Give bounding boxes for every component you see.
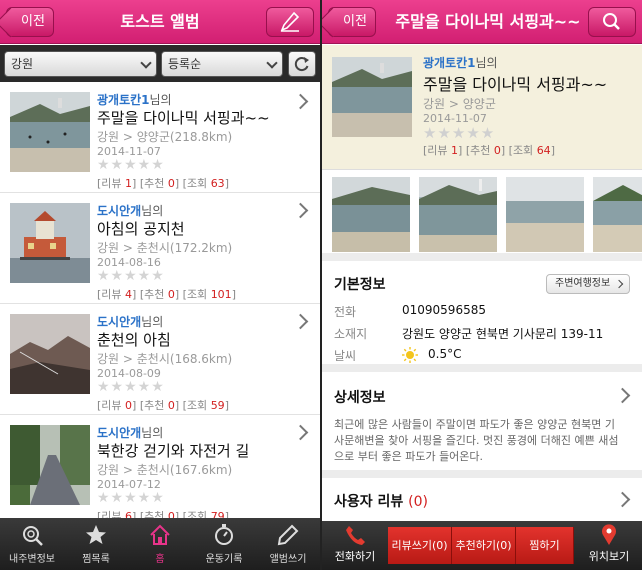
star-icon — [86, 525, 106, 544]
review-count: (0) — [408, 494, 428, 510]
filter-bar: 강원 등록순 — [0, 45, 320, 82]
back-button[interactable]: 이전 — [328, 7, 376, 37]
tab-nearby-info[interactable]: 내주변정보 — [0, 518, 64, 570]
sun-icon — [402, 347, 418, 363]
search-button[interactable] — [588, 7, 636, 37]
call-button[interactable]: 전화하기 — [322, 521, 388, 570]
item-location: 강원 > 춘천시(172.2km) — [97, 241, 233, 255]
chevron-right-icon — [614, 491, 631, 508]
action-bar: 전화하기 리뷰쓰기(0) 추천하기(0) 찜하기 위치보기 — [322, 521, 642, 570]
page-title: 주말을 다이나믹 서핑과~~ — [395, 12, 581, 31]
tab-bookmarks[interactable]: 찜목록 — [64, 518, 128, 570]
chevron-right-icon — [292, 313, 309, 330]
write-review-button[interactable]: 리뷰쓰기(0) — [388, 527, 452, 564]
album-detail-screen: 이전 주말을 다이나믹 서핑과~~ 광개토칸1님의 주말을 다이나믹 서핑과~~… — [322, 0, 642, 570]
chevron-down-icon — [140, 57, 152, 69]
item-stats: [리뷰 4] [추천 0] [조회 101] — [97, 288, 236, 301]
tab-workout-log[interactable]: 운동기록 — [192, 518, 256, 570]
address: 강원도 양양군 현북면 기사문리 139-11 — [402, 327, 604, 341]
post-location: 강원 > 양양군 — [423, 97, 496, 111]
home-icon — [150, 524, 170, 545]
chevron-down-icon — [266, 57, 278, 69]
section-title: 상세정보 — [334, 390, 386, 406]
detail-info-section[interactable]: 상세정보 최근에 많은 사람들이 주말이면 파도가 좋은 양양군 현북면 기사문… — [322, 373, 642, 478]
sort-select[interactable]: 등록순 — [161, 51, 283, 77]
item-author: 도시안개님의 — [97, 204, 164, 218]
post-stats: [리뷰 1] [추천 0] [조회 64] — [423, 144, 555, 157]
view-location-button[interactable]: 위치보기 — [576, 521, 642, 570]
item-location: 강원 > 양양군(218.8km) — [97, 130, 233, 144]
item-author: 도시안개님의 — [97, 315, 164, 329]
temperature: 0.5°C — [428, 347, 462, 361]
mountain-thumbnail — [10, 314, 90, 394]
region-select[interactable]: 강원 — [4, 51, 157, 77]
item-title: 춘천의 아침 — [97, 331, 171, 349]
list-item[interactable]: 도시안개님의 춘천의 아침 강원 > 춘천시(168.6km) 2014-08-… — [0, 304, 320, 415]
phone-icon — [346, 526, 365, 545]
list-item[interactable]: 도시안개님의 아침의 공지천 강원 > 춘천시(172.2km) 2014-08… — [0, 193, 320, 304]
post-header: 광개토칸1님의 주말을 다이나믹 서핑과~~ 강원 > 양양군 2014-11-… — [322, 45, 642, 170]
user-review-section[interactable]: 사용자 리뷰 (0) — [322, 479, 642, 521]
phone-number[interactable]: 01090596585 — [402, 303, 486, 317]
gallery-photo[interactable] — [332, 177, 410, 252]
chevron-right-icon — [292, 93, 309, 110]
search-icon — [603, 13, 620, 30]
nearby-travel-info-button[interactable]: 주변여행정보 — [546, 274, 630, 294]
album-list-screen: 이전 토스트 앨범 강원 등록순 광개토칸1님의 주말을 다이나믹 서핑과~~ … — [0, 0, 320, 570]
bike-path-thumbnail — [10, 425, 90, 505]
item-location: 강원 > 춘천시(168.6km) — [97, 352, 233, 366]
rating-stars: ★★★★★ — [97, 268, 165, 284]
tab-home[interactable]: 홈 — [128, 518, 192, 570]
gallery-photo[interactable] — [419, 177, 497, 252]
bottom-tab-bar: 내주변정보 찜목록 홈 운동기록 앨범쓰기 — [0, 518, 320, 570]
search-location-icon — [23, 526, 43, 546]
rating-stars: ★★★★★ — [97, 490, 165, 506]
item-title: 북한강 걷기와 자전거 길 — [97, 442, 250, 460]
item-stats: [리뷰 0] [추천 0] [조회 59] — [97, 399, 229, 412]
top-bar: 이전 주말을 다이나믹 서핑과~~ — [322, 0, 642, 44]
back-button[interactable]: 이전 — [6, 7, 54, 37]
album-list: 광개토칸1님의 주말을 다이나믹 서핑과~~ 강원 > 양양군(218.8km)… — [0, 82, 320, 518]
item-title: 주말을 다이나믹 서핑과~~ — [97, 109, 270, 127]
beach-thumbnail — [10, 92, 90, 172]
item-stats: [리뷰 6] [추천 0] [조회 79] — [97, 510, 229, 518]
rating-stars: ★★★★★ — [423, 124, 496, 142]
chevron-right-icon — [292, 424, 309, 441]
photo-gallery — [322, 171, 642, 261]
recommend-button[interactable]: 추천하기(0) — [452, 527, 516, 564]
write-album-button[interactable] — [266, 7, 314, 37]
detail-description: 최근에 많은 사람들이 주말이면 파도가 좋은 양양군 현북면 기사문해변을 찾… — [334, 418, 619, 463]
item-location: 강원 > 춘천시(167.6km) — [97, 463, 233, 477]
list-item[interactable]: 광개토칸1님의 주말을 다이나믹 서핑과~~ 강원 > 양양군(218.8km)… — [0, 82, 320, 193]
chevron-right-icon — [292, 202, 309, 219]
map-pin-icon — [602, 524, 616, 545]
post-author: 광개토칸1님의 — [423, 56, 498, 70]
item-author: 광개토칸1님의 — [97, 93, 172, 107]
refresh-icon — [294, 57, 309, 72]
beach-thumbnail — [332, 57, 412, 137]
section-title: 기본정보 — [334, 277, 386, 293]
basic-info-section: 기본정보 주변여행정보 전화 01090596585 소재지 강원도 양양군 현… — [322, 262, 642, 372]
chevron-right-icon — [614, 387, 631, 404]
tab-write-album[interactable]: 앨범쓰기 — [256, 518, 320, 570]
rating-stars: ★★★★★ — [97, 157, 165, 173]
refresh-button[interactable] — [288, 51, 316, 77]
pencil-icon — [280, 11, 300, 32]
list-item[interactable]: 도시안개님의 북한강 걷기와 자전거 길 강원 > 춘천시(167.6km) 2… — [0, 415, 320, 518]
page-title: 토스트 앨범 — [120, 12, 200, 31]
stopwatch-icon — [215, 524, 233, 545]
bookmark-button[interactable]: 찜하기 — [516, 527, 574, 564]
pencil-icon — [277, 524, 299, 546]
lake-building-thumbnail — [10, 203, 90, 283]
gallery-photo[interactable] — [506, 177, 584, 252]
top-bar: 이전 토스트 앨범 — [0, 0, 320, 44]
section-title: 사용자 리뷰 (0) — [334, 494, 428, 510]
item-title: 아침의 공지천 — [97, 220, 185, 238]
gallery-photo[interactable] — [593, 177, 642, 252]
item-stats: [리뷰 1] [추천 0] [조회 63] — [97, 177, 229, 190]
post-title: 주말을 다이나믹 서핑과~~ — [423, 75, 608, 94]
rating-stars: ★★★★★ — [97, 379, 165, 395]
item-author: 도시안개님의 — [97, 426, 164, 440]
